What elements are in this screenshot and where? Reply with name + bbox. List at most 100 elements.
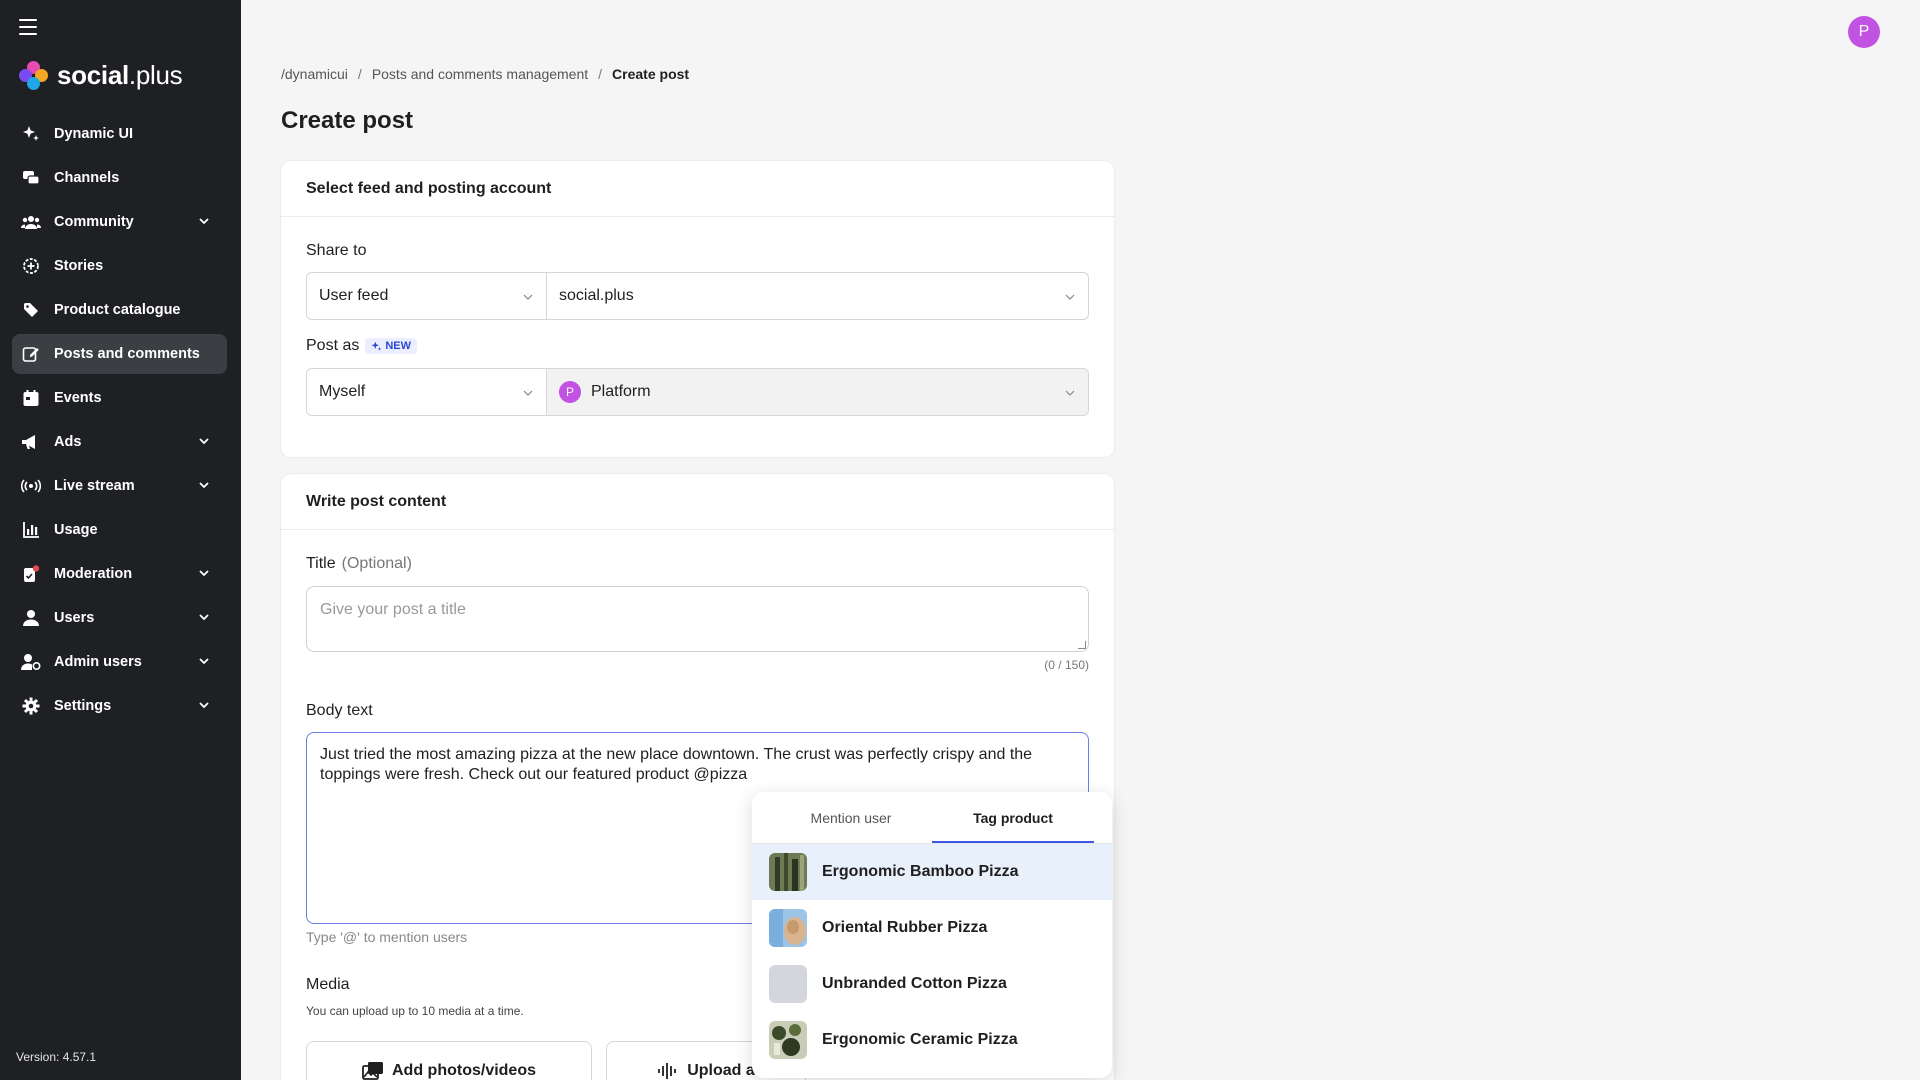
new-badge: NEW [365,338,418,354]
stories-icon [20,255,42,277]
sidebar-item-live-stream[interactable]: Live stream [12,466,227,506]
sidebar-item-ads[interactable]: Ads [12,422,227,462]
sidebar-item-label: Channels [54,170,120,186]
chat-bubbles-icon [20,167,42,189]
feed-selection-card: Select feed and posting account Share to… [281,161,1114,457]
app-version: Version: 4.57.1 [16,1050,97,1064]
sidebar-item-dynamic-ui[interactable]: Dynamic UI [12,114,227,154]
breadcrumb-separator: / [598,66,603,82]
logo-text: social.plus [57,60,183,90]
user-avatar[interactable]: P [1848,16,1880,48]
brand-logo[interactable]: social.plus [19,60,183,91]
media-label: Media [306,976,350,993]
title-char-count: (0 / 150) [1044,658,1089,672]
chevron-down-icon [199,438,209,445]
title-label: Title (Optional) [306,555,412,572]
sidebar-item-admin-users[interactable]: Admin users [12,642,227,682]
chevron-down-icon [199,570,209,577]
sidebar-item-label: Ads [54,434,82,450]
mention-dropdown: Mention user Tag product Ergonomic Bambo… [752,792,1112,1078]
title-input[interactable]: Give your post a title [306,586,1089,652]
sidebar-item-label: Live stream [54,478,135,494]
sidebar-item-community[interactable]: Community [12,202,227,242]
share-to-type-select[interactable]: User feed [307,273,547,319]
images-icon [362,1062,383,1080]
sidebar-item-label: Admin users [54,654,142,670]
audio-wave-icon [658,1063,677,1079]
sparkles-icon [20,123,42,145]
post-as-type-select[interactable]: Myself [307,369,547,415]
share-to-combo: User feed social.plus [306,272,1089,320]
share-to-label: Share to [306,242,367,259]
chevron-down-icon [199,658,209,665]
sidebar-item-label: Usage [54,522,98,538]
sidebar-item-users[interactable]: Users [12,598,227,638]
sidebar-item-label: Moderation [54,566,133,582]
sidebar-item-usage[interactable]: Usage [12,510,227,550]
share-to-target-select[interactable]: social.plus [547,273,1088,319]
group-icon [20,211,42,233]
product-option[interactable]: Oriental Rubber Pizza [752,900,1112,956]
breadcrumb-current: Create post [612,66,690,82]
moderation-icon [20,563,42,585]
breadcrumb-separator: / [357,66,362,82]
sidebar-item-label: Community [54,214,134,230]
post-as-combo: Myself P Platform [306,368,1089,416]
card-header: Write post content [281,474,1114,530]
sidebar-item-label: Dynamic UI [54,126,133,142]
sidebar-item-moderation[interactable]: Moderation [12,554,227,594]
edit-icon [20,343,42,365]
chevron-down-icon [199,482,209,489]
page-title: Create post [281,107,414,134]
product-option[interactable]: Ergonomic Bamboo Pizza [752,844,1112,900]
product-option[interactable]: Unbranded Cotton Pizza [752,956,1112,1012]
sidebar: social.plus Dynamic UI Channels Communit… [0,0,241,1080]
menu-toggle-icon[interactable] [19,19,37,35]
sidebar-item-channels[interactable]: Channels [12,158,227,198]
account-avatar: P [559,381,581,403]
post-as-account-select[interactable]: P Platform [547,369,1088,415]
add-photos-videos-button[interactable]: Add photos/videos [306,1041,592,1080]
chevron-down-icon [1065,390,1075,396]
body-hint: Type '@' to mention users [306,929,468,945]
megaphone-icon [20,431,42,453]
sidebar-item-settings[interactable]: Settings [12,686,227,726]
breadcrumb-parent[interactable]: Posts and comments management [372,66,588,82]
sidebar-nav: Dynamic UI Channels Community Stories Pr… [12,114,227,730]
chevron-down-icon [523,390,533,396]
chevron-down-icon [199,614,209,621]
chevron-down-icon [199,702,209,709]
product-option[interactable]: Ergonomic Ceramic Pizza [752,1012,1112,1068]
broadcast-icon [20,475,42,497]
gear-icon [20,695,42,717]
resize-handle-icon[interactable] [1078,641,1086,649]
product-thumbnail [769,853,807,891]
user-icon [20,607,42,629]
sidebar-item-label: Users [54,610,95,626]
sidebar-item-product-catalogue[interactable]: Product catalogue [12,290,227,330]
sidebar-item-events[interactable]: Events [12,378,227,418]
chevron-down-icon [1065,294,1075,300]
post-as-label: Post as NEW [306,337,418,355]
sidebar-item-posts-and-comments[interactable]: Posts and comments [12,334,227,374]
admin-user-icon [20,651,42,673]
product-thumbnail [769,1021,807,1059]
tag-icon [20,299,42,321]
chevron-down-icon [523,294,533,300]
sidebar-item-label: Posts and comments [54,346,200,362]
card-header: Select feed and posting account [281,161,1114,217]
calendar-icon [20,387,42,409]
bar-chart-icon [20,519,42,541]
tab-mention-user[interactable]: Mention user [770,792,932,843]
product-thumbnail [769,909,807,947]
sidebar-item-stories[interactable]: Stories [12,246,227,286]
sidebar-item-label: Product catalogue [54,302,181,318]
tab-tag-product[interactable]: Tag product [932,792,1094,843]
sidebar-item-label: Events [54,390,102,406]
mention-tabs: Mention user Tag product [752,792,1112,844]
media-help-text: You can upload up to 10 media at a time. [306,1004,524,1018]
sidebar-item-label: Stories [54,258,104,274]
logo-mark-icon [19,60,49,91]
breadcrumb-root[interactable]: /dynamicui [281,66,348,82]
chevron-down-icon [199,218,209,225]
